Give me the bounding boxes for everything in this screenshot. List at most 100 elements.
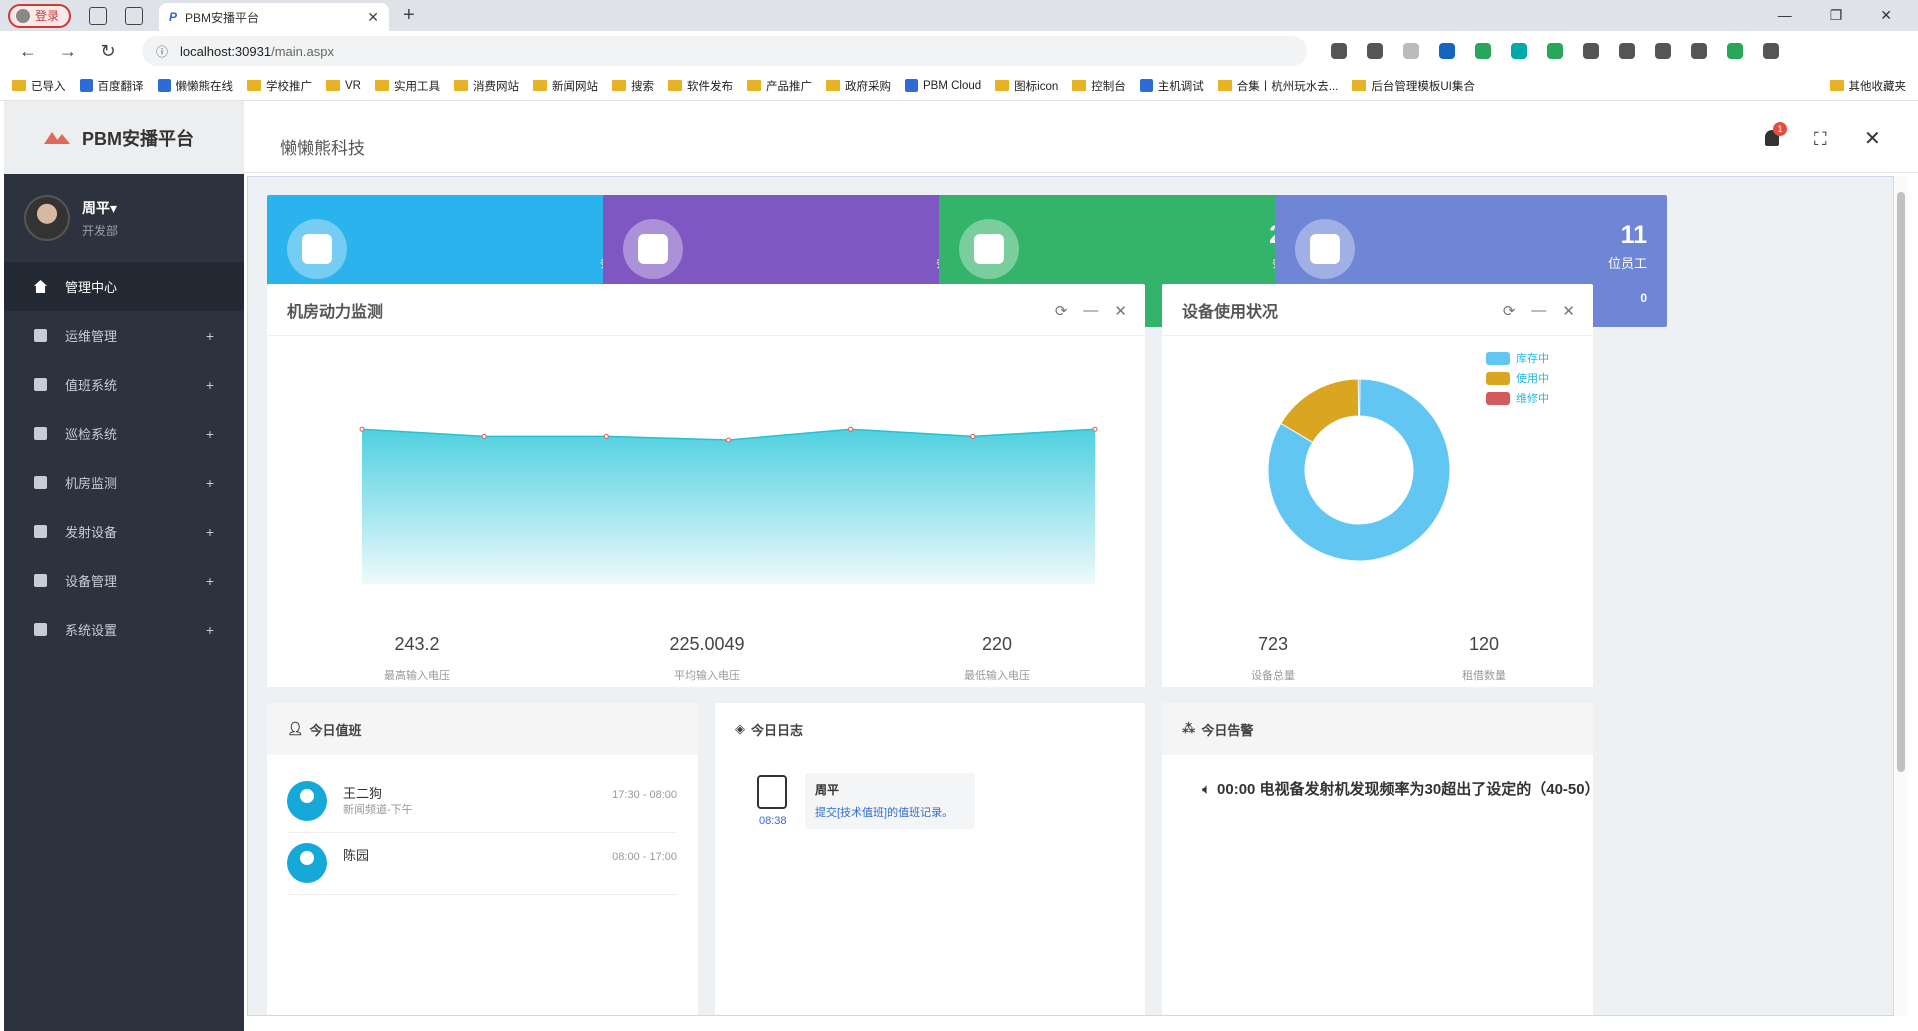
bookmark-item[interactable]: 软件发布: [667, 78, 733, 94]
bookmark-item[interactable]: 合集丨杭州玩水去...: [1217, 78, 1338, 94]
avatar: [287, 781, 327, 821]
bell-icon[interactable]: 1: [1765, 122, 1787, 146]
bookmark-item[interactable]: 控制台: [1072, 78, 1126, 94]
refresh-icon[interactable]: ↻: [88, 41, 128, 62]
folder-icon: [904, 79, 918, 92]
area-fill: [362, 429, 1095, 584]
log-entry[interactable]: 周平 提交[技术值班]的值班记录。: [805, 773, 975, 829]
bookmark-item[interactable]: 主机调试: [1139, 78, 1204, 94]
plus-icon: +: [205, 621, 214, 638]
collections-icon[interactable]: [1691, 43, 1707, 59]
minimize-icon[interactable]: —: [1778, 7, 1792, 24]
tab-actions-icon[interactable]: [125, 6, 144, 25]
close-icon[interactable]: ✕: [1864, 126, 1881, 151]
metric: 220 最低输入电压: [897, 634, 1097, 683]
alert-text: 🔈︎ 00:00 电视备发射机发现频率为30超出了设定的（40-50）: [1202, 781, 1600, 798]
download-icon[interactable]: [1547, 43, 1563, 59]
sidebar-item-label: 设备管理: [65, 574, 118, 589]
data-point[interactable]: [848, 426, 854, 432]
new-tab-button[interactable]: +: [403, 4, 415, 27]
user-name[interactable]: 周平▾: [82, 198, 118, 218]
bookmark-item[interactable]: 搜索: [611, 78, 654, 94]
legend-item[interactable]: 维修中: [1486, 390, 1549, 406]
scrollbar[interactable]: [1894, 176, 1908, 1016]
bookmark-item[interactable]: 已导入: [12, 78, 66, 94]
sidebar-item-2[interactable]: 值班系统 +: [4, 360, 244, 409]
extension-icon[interactable]: [1727, 43, 1743, 59]
bookmark-item[interactable]: 产品推广: [746, 78, 812, 94]
folder-icon: [453, 80, 468, 91]
bookmark-item[interactable]: VR: [326, 80, 361, 92]
legend-item[interactable]: 库存中: [1486, 350, 1549, 366]
sidebar-item-3[interactable]: 巡检系统 +: [4, 409, 244, 458]
bookmark-item[interactable]: 学校推广: [247, 78, 312, 94]
forward-icon[interactable]: →: [48, 41, 88, 62]
extension-icon[interactable]: [1403, 43, 1419, 59]
user-panel[interactable]: 周平▾ 开发部: [4, 174, 244, 262]
data-point[interactable]: [603, 433, 609, 439]
sidebar-item-7[interactable]: 系统设置 +: [4, 605, 244, 654]
extension-icon[interactable]: [1367, 43, 1383, 59]
extension-icon[interactable]: [1511, 43, 1527, 59]
restore-icon[interactable]: ❐: [1830, 7, 1843, 24]
profile-login-button[interactable]: 登录: [8, 3, 72, 28]
bookmark-item[interactable]: 百度翻译: [79, 78, 144, 94]
puzzle-icon[interactable]: [1583, 43, 1599, 59]
close-icon[interactable]: ✕: [1114, 302, 1127, 320]
list-item[interactable]: 陈园 08:00 - 17:00: [287, 835, 677, 895]
back-icon[interactable]: ←: [8, 41, 48, 62]
sidebar-item-6[interactable]: 设备管理 +: [4, 556, 244, 605]
metric-label: 最低输入电压: [964, 670, 1030, 682]
legend-item[interactable]: 使用中: [1486, 370, 1549, 386]
bookmark-item[interactable]: 政府采购: [825, 78, 891, 94]
scrollbar-thumb[interactable]: [1897, 192, 1905, 772]
data-point[interactable]: [970, 433, 976, 439]
close-tab-icon[interactable]: ✕: [367, 9, 379, 26]
data-point[interactable]: [726, 437, 731, 443]
sidebar-item-4[interactable]: 机房监测 +: [4, 458, 244, 507]
fullscreen-icon[interactable]: ⛶: [1814, 129, 1827, 150]
more-icon[interactable]: [1763, 43, 1779, 59]
metric-label: 最高输入电压: [384, 670, 450, 682]
split-screen-icon[interactable]: [1619, 43, 1635, 59]
sidebar-item-5[interactable]: 发射设备 +: [4, 507, 244, 556]
alert-panel: ⁂ 今日告警 🔈︎ 00:00 电视备发射机发现频率为30超出了设定的（40-50）: [1162, 703, 1600, 1015]
url-input[interactable]: ⓘ localhost:30931/main.aspx: [142, 36, 1307, 66]
pie-slice[interactable]: [1357, 378, 1361, 417]
folder-icon: [12, 80, 26, 91]
legend-swatch: [1486, 351, 1510, 365]
sidebar-item-0[interactable]: 管理中心: [4, 262, 244, 311]
bookmark-item[interactable]: 消费网站: [453, 78, 519, 94]
refresh-icon[interactable]: ⟳: [1055, 302, 1068, 320]
minimize-icon[interactable]: —: [1531, 302, 1546, 320]
device-donut-chart: [1267, 378, 1451, 562]
bookmark-other[interactable]: 其他收藏夹: [1829, 78, 1906, 94]
bookmark-item[interactable]: 后台管理模板UI集合: [1352, 78, 1475, 94]
data-point[interactable]: [481, 433, 487, 439]
bookmark-item[interactable]: 图标icon: [995, 78, 1058, 94]
sidebar-item-label: 机房监测: [65, 476, 118, 491]
favorites-icon[interactable]: [1655, 43, 1671, 59]
list-item[interactable]: 王二狗 新闻频道-下午 17:30 - 08:00: [287, 773, 677, 833]
minimize-icon[interactable]: —: [1083, 302, 1098, 320]
data-point[interactable]: [1092, 426, 1098, 432]
plus-icon: +: [205, 474, 214, 491]
bookmark-item[interactable]: 新闻网站: [532, 78, 598, 94]
bookmark-item[interactable]: 实用工具: [374, 78, 440, 94]
browser-tab[interactable]: P PBM安播平台 ✕: [159, 3, 390, 31]
shield-icon[interactable]: [1475, 43, 1491, 59]
folder-icon: [1139, 79, 1153, 92]
data-point[interactable]: [359, 426, 365, 432]
refresh-icon[interactable]: ⟳: [1503, 302, 1516, 320]
window-close-icon[interactable]: ✕: [1880, 7, 1892, 24]
folder-icon: [1072, 80, 1087, 91]
workspaces-icon[interactable]: [89, 6, 108, 25]
bookmark-item[interactable]: 懒懒熊在线: [157, 78, 233, 94]
sidebar-item-1[interactable]: 运维管理 +: [4, 311, 244, 360]
bookmark-item[interactable]: PBM Cloud: [904, 79, 981, 92]
avatar: [287, 843, 327, 883]
extension-icon[interactable]: [1331, 43, 1347, 59]
log-time: 08:38: [759, 815, 787, 827]
close-icon[interactable]: ✕: [1562, 302, 1575, 320]
extension-icon[interactable]: [1439, 43, 1455, 59]
